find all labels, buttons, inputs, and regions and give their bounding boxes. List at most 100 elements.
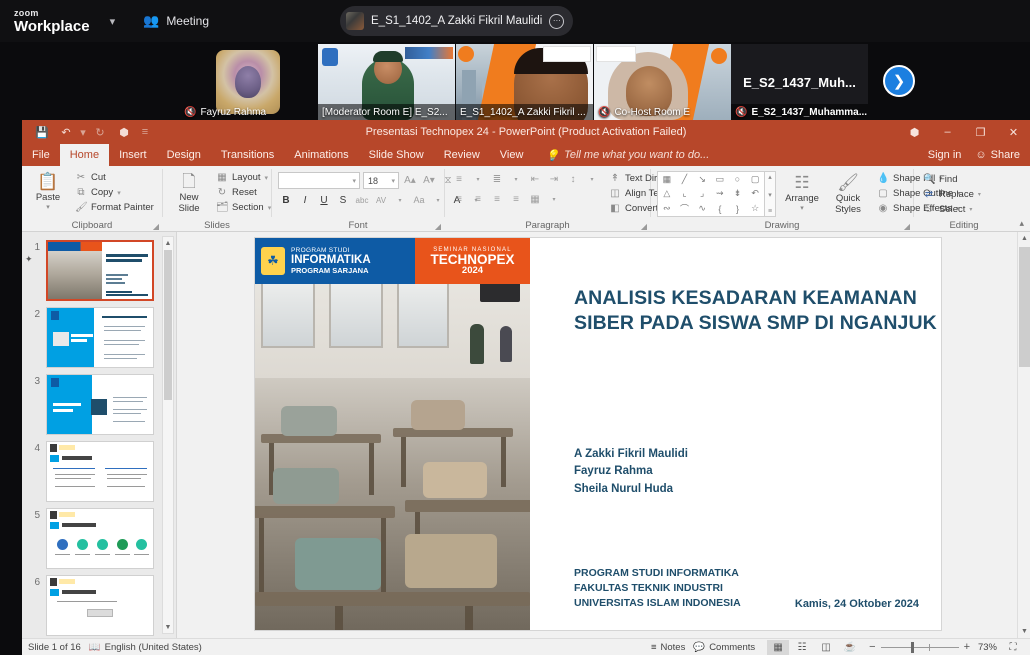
current-slide[interactable]: ☘ PROGRAM STUDI INFORMATIKA PROGRAM SARJ… <box>255 238 941 630</box>
undo-dropdown-chevron-down-icon[interactable]: ▾ <box>78 121 88 143</box>
line-spacing-button[interactable]: ↕ <box>565 171 581 187</box>
undo-icon[interactable]: ↶ <box>54 121 78 143</box>
line-spacing-chevron-down-icon[interactable]: ▾ <box>584 171 600 187</box>
paragraph-dialog-launcher[interactable]: ◢ <box>641 222 647 231</box>
canvas-scrollbar[interactable]: ▲ ▼ <box>1017 232 1030 638</box>
change-case-chevron-down-icon[interactable]: ▾ <box>430 192 446 208</box>
zoom-slider-handle[interactable] <box>910 641 914 653</box>
chevron-down-icon[interactable]: ▾ <box>768 191 772 199</box>
shape-freeform-icon[interactable]: ∾ <box>663 203 671 214</box>
normal-view-button[interactable]: ▦ <box>767 639 790 655</box>
font-dialog-launcher[interactable]: ◢ <box>435 222 441 231</box>
section-button[interactable]: 🗂 Section ▾ <box>213 201 274 214</box>
slide-date[interactable]: Kamis, 24 Oktober 2024 <box>795 598 919 610</box>
slide-authors[interactable]: A Zakki Fikril Maulidi Fayruz Rahma Shei… <box>574 446 688 498</box>
bullets-button[interactable]: ≡ <box>451 171 467 187</box>
numbering-button[interactable]: ≣ <box>489 171 505 187</box>
character-spacing-chevron-down-icon[interactable]: ▾ <box>392 192 408 208</box>
fit-slide-icon[interactable]: ⛶ <box>1002 640 1024 655</box>
arrange-button[interactable]: ☷ Arrange ▾ <box>782 171 822 214</box>
numbering-chevron-down-icon[interactable]: ▾ <box>508 171 524 187</box>
shape-down-arrow-icon[interactable]: ⇟ <box>734 188 742 199</box>
participant-tile-moderator[interactable]: [Moderator Room E] E_S2... <box>318 44 455 120</box>
format-painter-button[interactable]: 🖌 Format Painter <box>72 201 157 214</box>
cut-button[interactable]: ✂ Cut <box>72 171 157 184</box>
shapes-gallery[interactable]: ▦ ╱ ↘ ▭ ○ ▢ △ ⌞ ⌟ ⇝ ⇟ ↶ ∾ ⌒ ∿ {} ☆ <box>657 171 765 217</box>
chevron-down-icon[interactable]: ▾ <box>110 15 116 28</box>
columns-chevron-down-icon[interactable]: ▾ <box>546 191 562 207</box>
zoom-in-button[interactable]: + <box>964 641 970 653</box>
comments-button[interactable]: 💬 Comments <box>693 642 755 653</box>
align-left-button[interactable]: ≡ <box>451 191 467 207</box>
chevron-up-icon[interactable]: ▴ <box>768 173 772 181</box>
participant-tile-cohost[interactable]: 🔇 Co-Host Room E <box>594 44 731 120</box>
slide-thumbnail-3[interactable]: 3 <box>22 368 176 435</box>
shape-elbow-icon[interactable]: ⌞ <box>682 188 686 199</box>
font-size-input[interactable]: 18 ▾ <box>363 172 399 189</box>
chevron-down-icon[interactable]: ▼ <box>163 621 173 633</box>
slide-title[interactable]: ANALISIS KESADARAN KEAMANAN SIBER PADA S… <box>574 286 974 336</box>
shape-arc-icon[interactable]: ⌒ <box>680 202 689 215</box>
replace-button[interactable]: ⇄ Replace ▾ <box>920 188 984 201</box>
shape-elbow-arrow-icon[interactable]: ⌟ <box>700 188 704 199</box>
slide-thumbnail-1[interactable]: 1 ✦ <box>22 234 176 301</box>
decrease-indent-button[interactable]: ⇤ <box>527 171 543 187</box>
copy-button[interactable]: ⧉ Copy ▾ <box>72 186 157 199</box>
slide-counter[interactable]: Slide 1 of 16 <box>28 642 81 653</box>
layout-button[interactable]: ▦ Layout ▾ <box>213 171 274 184</box>
underline-button[interactable]: U <box>316 192 332 208</box>
chevron-up-icon[interactable]: ▲ <box>1018 232 1030 245</box>
more-shapes-icon[interactable]: ≡ <box>768 208 772 215</box>
quick-styles-button[interactable]: 🖌 Quick Styles <box>828 171 868 217</box>
drawing-dialog-launcher[interactable]: ◢ <box>904 222 910 231</box>
bold-button[interactable]: B <box>278 192 294 208</box>
shapes-gallery-scroll[interactable]: ▴ ▾ ≡ <box>765 171 776 217</box>
columns-button[interactable]: ▦ <box>527 191 543 207</box>
ellipsis-icon[interactable]: ⋯ <box>549 13 565 29</box>
chevron-up-icon[interactable]: ▲ <box>163 237 173 249</box>
shape-rectangle-icon[interactable]: ▭ <box>716 174 725 185</box>
shape-line-icon[interactable]: ╱ <box>682 174 687 185</box>
slide-thumbnail-5[interactable]: 5 <box>22 502 176 569</box>
shape-left-brace-icon[interactable]: { <box>718 204 721 214</box>
zoom-out-button[interactable]: − <box>869 641 875 653</box>
slide-thumbnail-image[interactable] <box>46 508 154 569</box>
active-speaker-chip[interactable]: E_S1_1402_A Zakki Fikril Maulidi ⋯ <box>340 6 574 36</box>
slide-thumbnail-image[interactable] <box>46 374 154 435</box>
tell-me-box[interactable]: 💡 Tell me what you want to do... <box>533 144 709 166</box>
shape-textbox-icon[interactable]: ▦ <box>663 174 672 185</box>
ribbon-display-options-icon[interactable]: ⬢ <box>898 120 931 144</box>
clipboard-dialog-launcher[interactable]: ◢ <box>153 222 159 231</box>
sign-in-link[interactable]: Sign in <box>928 149 962 161</box>
slide-sorter-view-button[interactable]: ☷ <box>791 640 813 655</box>
zoom-slider[interactable] <box>880 641 959 653</box>
filmstrip-next-button[interactable]: ❯ <box>883 65 915 97</box>
justify-button[interactable]: ≡ <box>508 191 524 207</box>
paste-button[interactable]: 📋 Paste ▾ <box>28 170 68 213</box>
meeting-menu[interactable]: 👥 Meeting <box>143 13 209 29</box>
reset-button[interactable]: ↻ Reset <box>213 186 274 199</box>
thumbnail-scrollbar[interactable]: ▲ ▼ <box>162 236 174 634</box>
slide-thumbnail-image[interactable] <box>46 307 154 368</box>
chevron-down-icon[interactable]: ▼ <box>1018 625 1030 638</box>
scrollbar-thumb[interactable] <box>1019 247 1030 367</box>
slide-thumbnail-6[interactable]: 6 <box>22 569 176 636</box>
tab-insert[interactable]: Insert <box>109 144 157 166</box>
character-spacing-button[interactable]: AV <box>373 192 389 208</box>
change-case-button[interactable]: Aa <box>411 192 427 208</box>
shape-oval-icon[interactable]: ○ <box>735 174 740 184</box>
tab-transitions[interactable]: Transitions <box>211 144 284 166</box>
shape-curve-icon[interactable]: ∿ <box>698 203 706 214</box>
restore-icon[interactable]: ❐ <box>964 120 997 144</box>
select-button[interactable]: ⎋ Select ▾ <box>920 203 984 216</box>
shape-rounded-rect-icon[interactable]: ▢ <box>751 174 760 185</box>
tab-slide-show[interactable]: Slide Show <box>359 144 434 166</box>
strikethrough-button[interactable]: abc <box>354 192 370 208</box>
close-icon[interactable]: ✕ <box>997 120 1030 144</box>
share-button[interactable]: ☺ Share <box>975 149 1020 161</box>
slideshow-icon[interactable]: ⬢ <box>112 121 136 143</box>
tab-design[interactable]: Design <box>157 144 211 166</box>
language-indicator[interactable]: 📖 English (United States) <box>89 642 202 653</box>
participant-tile-muhammad[interactable]: E_S2_1437_Muh... 🔇 E_S2_1437_Muhamma... <box>731 44 868 120</box>
font-name-input[interactable]: ▾ <box>278 172 360 189</box>
